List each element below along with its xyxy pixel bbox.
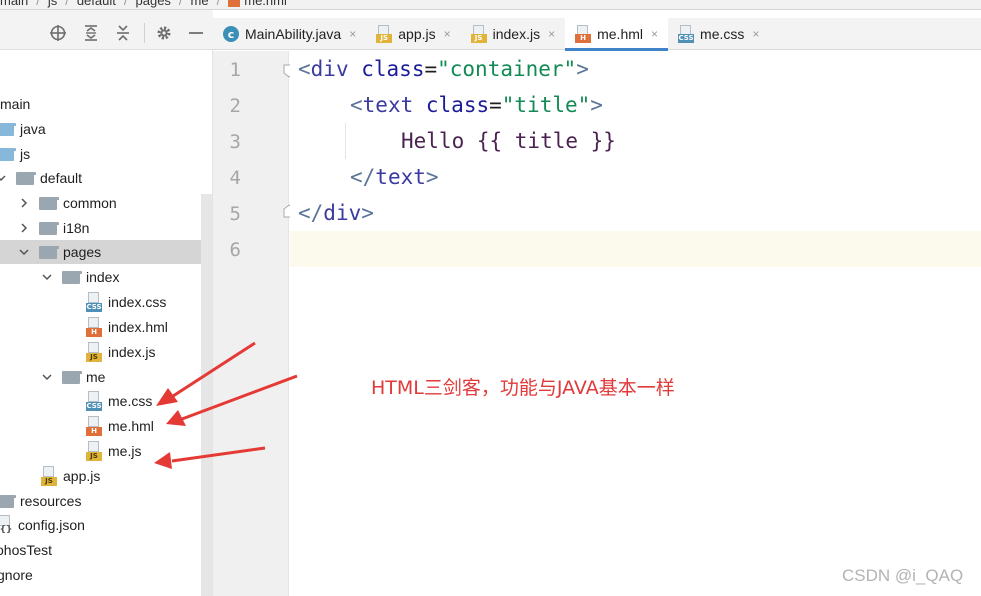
- watermark: CSDN @i_QAQ: [842, 566, 964, 585]
- annotation-arrows: [154, 341, 298, 469]
- arrow: [154, 446, 266, 469]
- annotation-text: HTML三剑客，功能与JAVA基本一样: [371, 377, 675, 399]
- arrow: [166, 374, 298, 426]
